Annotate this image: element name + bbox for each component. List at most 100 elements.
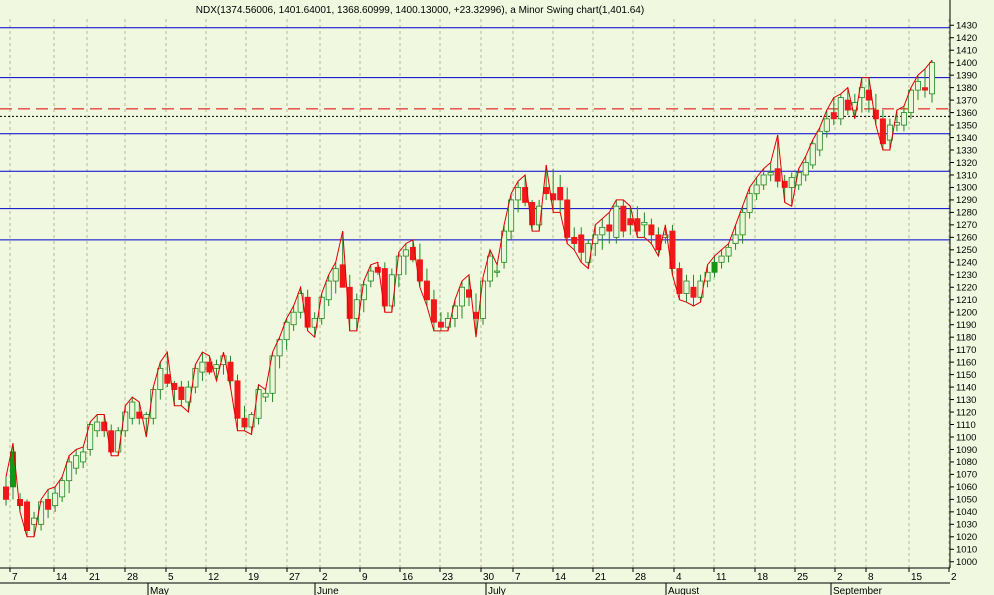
candle-body-106	[746, 193, 753, 213]
x-tick-label-10: 16	[402, 572, 414, 583]
candle-body-40	[283, 321, 290, 341]
candle-body-120	[844, 99, 851, 111]
x-tick-label-4: 5	[168, 572, 174, 583]
candle-body-34	[241, 417, 248, 428]
y-tick-label-21: 1210	[956, 295, 977, 306]
candle-body-92	[648, 224, 655, 236]
y-tick-label-15: 1150	[956, 370, 976, 381]
candle-68	[480, 277, 487, 325]
candle-body-97	[683, 280, 690, 294]
y-tick-label-6: 1060	[956, 482, 977, 493]
candle-body-82	[578, 234, 585, 253]
candle-body-117	[823, 118, 830, 132]
candle-body-52	[367, 270, 374, 282]
y-tick-label-17: 1170	[956, 345, 976, 356]
candle-body-5	[38, 501, 45, 525]
candle-54	[381, 262, 388, 313]
candle-body-33	[234, 380, 241, 419]
candle-body-41	[290, 311, 297, 326]
candle-body-11	[80, 451, 87, 463]
y-tick-label-30: 1300	[956, 183, 977, 194]
candle-body-13	[94, 421, 101, 432]
x-tick-label-11: 23	[442, 572, 454, 583]
y-tick-label-34: 1340	[956, 133, 977, 144]
candle-body-128	[900, 112, 907, 126]
candle-body-73	[515, 187, 522, 201]
y-tick-label-41: 1410	[956, 46, 977, 57]
candle-body-104	[732, 234, 739, 244]
x-tick-label-16: 28	[635, 572, 647, 583]
candle-body-119	[837, 97, 844, 120]
x-tick-label-24: 2	[951, 572, 957, 583]
candle-body-131	[921, 87, 928, 91]
y-tick-label-26: 1260	[956, 233, 977, 244]
y-tick-label-31: 1310	[956, 170, 977, 181]
y-tick-label-11: 1110	[956, 420, 976, 431]
y-tick-label-23: 1230	[956, 270, 977, 281]
x-tick-label-14: 14	[555, 572, 567, 583]
candle-body-62	[437, 321, 444, 328]
candle-87	[613, 199, 620, 244]
candle-body-132	[929, 62, 936, 95]
candle-body-107	[753, 184, 760, 195]
x-tick-label-9: 9	[362, 572, 368, 583]
y-tick-label-5: 1050	[956, 495, 977, 506]
candle-body-70	[494, 270, 501, 273]
candle-36	[255, 384, 262, 425]
y-tick-label-2: 1020	[956, 532, 977, 543]
candle-body-96	[676, 268, 683, 294]
y-tick-label-1: 1010	[956, 545, 977, 556]
chart-background	[0, 0, 994, 595]
candle-body-69	[487, 255, 494, 282]
candle-body-98	[690, 286, 697, 298]
candle-body-46	[325, 280, 332, 301]
month-label-0: May	[150, 586, 169, 595]
y-tick-label-3: 1030	[956, 520, 977, 531]
x-tick-label-3: 28	[127, 572, 139, 583]
x-tick-label-13: 7	[515, 572, 521, 583]
y-tick-label-4: 1040	[956, 507, 977, 518]
month-label-1: June	[317, 586, 339, 595]
y-tick-label-0: 1000	[956, 557, 977, 568]
x-tick-label-6: 19	[248, 572, 260, 583]
candle-body-22	[157, 367, 164, 390]
x-tick-label-18: 11	[716, 572, 727, 583]
y-tick-label-33: 1330	[956, 145, 977, 156]
y-tick-label-37: 1370	[956, 95, 977, 106]
y-tick-label-25: 1250	[956, 245, 977, 256]
x-tick-label-17: 4	[676, 572, 682, 583]
candle-body-9	[66, 461, 73, 482]
y-tick-label-28: 1280	[956, 208, 977, 219]
candle-body-85	[599, 226, 606, 236]
y-tick-label-42: 1420	[956, 33, 977, 44]
y-tick-label-20: 1200	[956, 308, 977, 319]
candle-body-60	[423, 280, 430, 301]
y-tick-label-9: 1090	[956, 445, 977, 456]
y-tick-label-36: 1360	[956, 108, 977, 119]
candle-body-105	[739, 211, 746, 236]
x-tick-label-2: 21	[89, 572, 101, 583]
y-tick-label-10: 1100	[956, 432, 976, 443]
y-tick-label-29: 1290	[956, 195, 977, 206]
candle-body-30	[213, 364, 220, 369]
candle-body-89	[627, 218, 634, 226]
candle-body-10	[73, 455, 80, 469]
candle-body-80	[564, 199, 571, 238]
candle-body-125	[879, 118, 886, 145]
x-tick-label-12: 30	[483, 572, 495, 583]
chart-title: NDX(1374.56006, 1401.64001, 1368.60999, …	[196, 5, 644, 16]
candle-body-53	[374, 266, 381, 273]
x-tick-label-21: 2	[837, 572, 843, 583]
candle-body-0	[3, 486, 9, 500]
x-tick-label-7: 27	[289, 572, 301, 583]
candle-body-88	[620, 205, 627, 232]
candle-body-20	[143, 414, 150, 419]
x-tick-label-19: 18	[757, 572, 769, 583]
candle-body-47	[332, 268, 339, 282]
candle-body-43	[304, 296, 311, 328]
candle-body-28	[199, 361, 206, 373]
month-label-3: August	[668, 586, 699, 595]
y-tick-label-19: 1190	[956, 320, 976, 331]
y-tick-label-38: 1380	[956, 83, 977, 94]
month-label-4: September	[833, 586, 883, 595]
